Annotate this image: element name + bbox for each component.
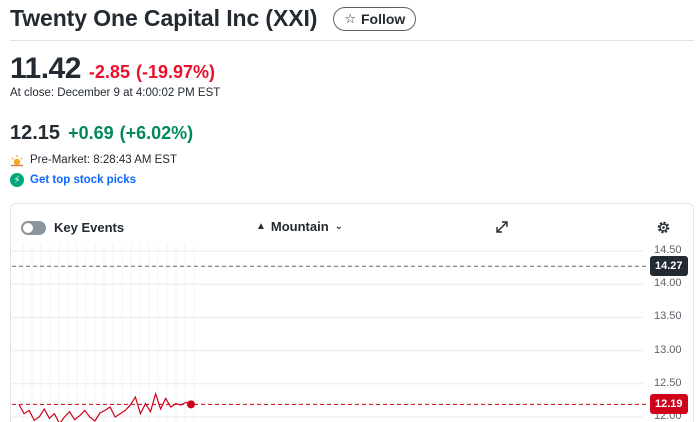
current-price-badge: 12.19 — [650, 394, 688, 415]
y-tick-label: 14.50 — [654, 244, 682, 256]
close-time: At close: December 9 at 4:00:02 PM EST — [10, 87, 221, 99]
price-chart — [12, 244, 647, 422]
title-row: Twenty One Capital Inc (XXI) ☆ Follow — [10, 5, 417, 32]
stock-picks-link[interactable]: ⚡ Get top stock picks — [10, 173, 136, 187]
follow-label: Follow — [360, 10, 406, 27]
y-tick-label: 13.00 — [654, 343, 682, 356]
close-price: 11.42 — [10, 52, 81, 85]
stock-picks-label: Get top stock picks — [30, 174, 137, 186]
close-change-percent: (-19.97%) — [135, 62, 215, 82]
premarket-quote: 12.15 +0.69 (+6.02%) — [10, 122, 193, 145]
header-divider — [10, 40, 694, 41]
price-series-line — [18, 391, 192, 422]
y-tick-label: 12.50 — [654, 376, 682, 389]
previous-close-badge: 14.27 — [650, 256, 688, 277]
premarket-price: 12.15 — [10, 122, 61, 144]
y-tick-label: 13.50 — [654, 310, 682, 323]
sunrise-icon — [10, 153, 24, 167]
current-price-dot — [187, 400, 195, 409]
company-title: Twenty One Capital Inc (XXI) — [10, 5, 318, 31]
close-change: -2.85 — [88, 62, 130, 82]
premarket-change: +0.69 — [68, 123, 114, 143]
premarket-time-row: Pre-Market: 8:28:43 AM EST — [10, 153, 177, 167]
y-tick-label: 14.00 — [654, 277, 682, 290]
close-quote: 11.42 -2.85 (-19.97%) — [10, 52, 215, 86]
premarket-change-percent: (+6.02%) — [119, 123, 194, 143]
stock-picks-icon: ⚡ — [10, 173, 24, 187]
chart-card: Key Events ▲ Mountain ⌄ 14.50 14.00 13.50 1… — [10, 203, 694, 422]
premarket-time: Pre-Market: 8:28:43 AM EST — [30, 154, 178, 166]
star-icon: ☆ — [344, 10, 356, 26]
follow-button[interactable]: ☆ Follow — [333, 6, 417, 31]
